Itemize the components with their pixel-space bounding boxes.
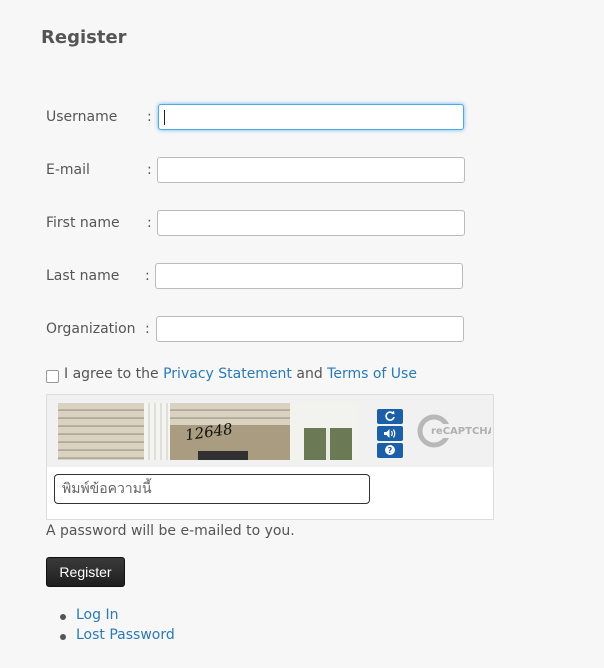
- first-name-colon: :: [147, 215, 152, 231]
- username-input[interactable]: [158, 104, 464, 130]
- agree-and: and: [296, 366, 323, 382]
- captcha-image: 12648: [58, 403, 358, 460]
- email-colon: :: [147, 162, 152, 178]
- organization-colon: :: [145, 321, 150, 337]
- speaker-icon[interactable]: [377, 426, 403, 441]
- organization-input[interactable]: [156, 316, 464, 342]
- agree-text: I agree to the Privacy Statement and Ter…: [64, 366, 417, 382]
- log-in-link[interactable]: Log In: [76, 607, 118, 623]
- recaptcha-logo: reCAPTCHA™: [417, 414, 491, 448]
- username-label: Username: [46, 109, 118, 125]
- help-icon[interactable]: ?: [377, 443, 403, 458]
- first-name-input[interactable]: [157, 210, 465, 236]
- captcha-header: 12648 ? reCAPTCHA™: [47, 395, 493, 467]
- first-name-label: First name: [46, 215, 120, 231]
- username-colon: :: [147, 109, 152, 125]
- list-item: Log In: [60, 607, 175, 627]
- lost-password-link[interactable]: Lost Password: [76, 627, 175, 643]
- last-name-colon: :: [145, 268, 150, 284]
- agree-checkbox[interactable]: [46, 370, 59, 383]
- last-name-input[interactable]: [155, 263, 463, 289]
- email-label: E-mail: [46, 162, 90, 178]
- list-item: Lost Password: [60, 627, 175, 647]
- svg-text:?: ?: [388, 446, 393, 455]
- organization-label: Organization: [46, 321, 136, 337]
- captcha-widget: 12648 ? reCAPTCHA™: [46, 394, 494, 520]
- privacy-statement-link[interactable]: Privacy Statement: [163, 366, 292, 382]
- email-input[interactable]: [157, 157, 465, 183]
- terms-of-use-link[interactable]: Terms of Use: [327, 366, 417, 382]
- password-note: A password will be e-mailed to you.: [46, 523, 295, 539]
- text-caret: [164, 110, 165, 125]
- last-name-label: Last name: [46, 268, 120, 284]
- captcha-response-input[interactable]: [54, 474, 370, 504]
- recaptcha-logo-text: reCAPTCHA™: [431, 426, 491, 437]
- page-title: Register: [41, 27, 127, 48]
- account-links: Log In Lost Password: [60, 607, 175, 647]
- agree-prefix: I agree to the: [64, 366, 159, 382]
- register-button[interactable]: Register: [46, 557, 125, 587]
- refresh-icon[interactable]: [377, 409, 403, 424]
